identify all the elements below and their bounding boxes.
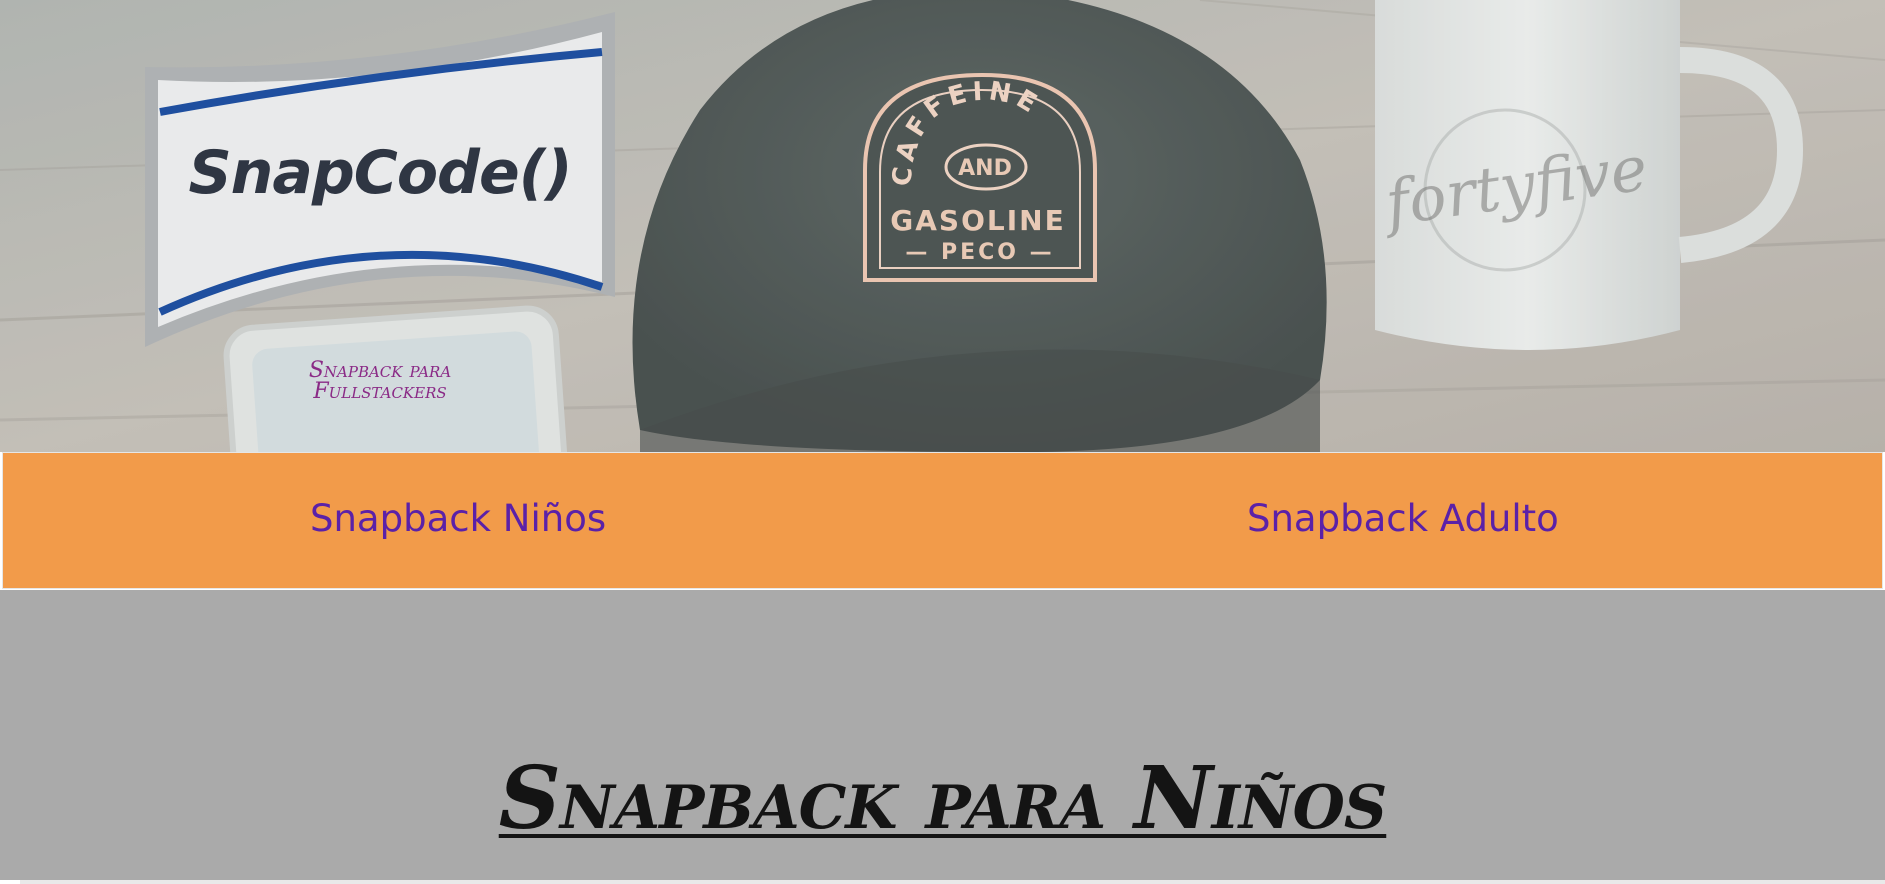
main-section: Snapback para Niños (0, 590, 1885, 880)
page-title: Snapback para Niños (498, 747, 1388, 849)
page: CAFFEINE SnapCode() Snapback para Fullst… (0, 0, 1885, 884)
hero-banner: CAFFEINE SnapCode() Snapback para Fullst… (0, 0, 1885, 452)
cap-patch-bottom-text: — PECO — (905, 240, 1055, 265)
cap-patch-main-text: GASOLINE (890, 204, 1066, 237)
bottom-divider (20, 880, 1885, 884)
tagline: Snapback para Fullstackers (308, 358, 452, 404)
logo-text: SnapCode() (188, 138, 572, 208)
cap-patch-center-text: AND (958, 156, 1012, 181)
nav-link-snapback-adulto[interactable]: Snapback Adulto (1247, 497, 1559, 540)
category-nav: Snapback Niños Snapback Adulto (2, 452, 1883, 589)
nav-link-snapback-ninos[interactable]: Snapback Niños (310, 497, 606, 540)
